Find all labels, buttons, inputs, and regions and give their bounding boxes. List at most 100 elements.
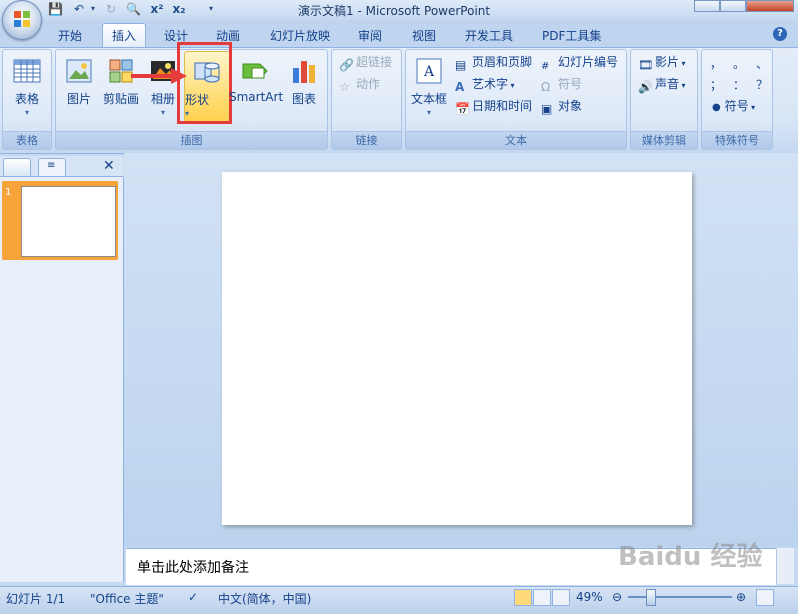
textbox-icon: A xyxy=(416,58,442,84)
symbol-char[interactable]: 。 xyxy=(733,55,745,73)
chart-label: 图表 xyxy=(291,92,316,106)
chart-icon xyxy=(293,61,315,83)
close-icon[interactable]: ✕ xyxy=(103,158,115,174)
wordart-icon: A xyxy=(455,80,465,94)
subscript-icon[interactable]: x₂ xyxy=(172,2,186,16)
watermark-logo: Baidu 经验 xyxy=(618,542,763,572)
slide-number-label: 幻灯片编号 xyxy=(558,55,619,69)
picture-icon xyxy=(66,59,92,83)
window-title: 演示文稿1 - Microsoft PowerPoint xyxy=(298,4,491,18)
undo-dropdown-icon[interactable]: ▾ xyxy=(86,2,100,16)
datetime-button[interactable]: 📅 日期和时间 xyxy=(455,97,533,116)
object-button[interactable]: ▣ 对象 xyxy=(541,97,583,116)
sound-icon: 🔊 xyxy=(638,80,653,94)
tab-review[interactable]: 审阅 xyxy=(358,25,382,47)
special-symbol-button[interactable]: ● 符号 ▾ xyxy=(712,97,755,115)
hyperlink-label: 超链接 xyxy=(356,55,393,69)
maximize-button[interactable] xyxy=(720,0,746,12)
normal-view-button[interactable] xyxy=(514,589,532,606)
movie-button[interactable]: 🎞 影片 ▾ xyxy=(638,53,686,72)
print-preview-icon[interactable]: 🔍 xyxy=(126,2,141,16)
omega-icon: Ω xyxy=(541,80,551,94)
tab-pdf-tools[interactable]: PDF工具集 xyxy=(542,25,601,47)
office-button[interactable] xyxy=(2,0,42,40)
table-button[interactable]: 表格 ▾ xyxy=(6,52,48,122)
datetime-label: 日期和时间 xyxy=(472,99,533,113)
smartart-icon xyxy=(242,63,268,79)
tab-developer[interactable]: 开发工具 xyxy=(465,25,513,47)
symbol-char[interactable]: ， xyxy=(710,55,722,73)
sound-button[interactable]: 🔊 声音 ▾ xyxy=(638,75,686,94)
slide-thumbnail[interactable] xyxy=(21,186,116,257)
slide-number-icon: # xyxy=(541,61,550,72)
tab-slideshow[interactable]: 幻灯片放映 xyxy=(270,25,330,47)
notes-scrollbar[interactable] xyxy=(776,548,794,584)
tab-view[interactable]: 视图 xyxy=(412,25,436,47)
hyperlink-icon: 🔗 xyxy=(339,58,354,72)
tab-home[interactable]: 开始 xyxy=(58,25,82,47)
slide-number-button[interactable]: # 幻灯片编号 xyxy=(541,53,619,72)
symbol-char[interactable]: ： xyxy=(733,76,745,94)
header-footer-button[interactable]: ▤ 页眉和页脚 xyxy=(455,53,532,72)
clipart-label: 剪贴画 xyxy=(102,92,139,106)
symbol-label: 符号 xyxy=(558,77,583,91)
action-button[interactable]: ☆ 动作 xyxy=(339,75,381,94)
minimize-button[interactable] xyxy=(694,0,720,12)
object-icon: ▣ xyxy=(541,102,553,116)
group-label: 媒体剪辑 xyxy=(631,131,697,149)
picture-label: 图片 xyxy=(66,92,91,106)
spellcheck-icon[interactable]: ✓ xyxy=(188,590,198,604)
sound-label: 声音 xyxy=(655,77,680,91)
zoom-slider-track[interactable] xyxy=(628,596,732,598)
dropdown-arrow-icon: ▾ xyxy=(679,81,686,90)
tab-slides[interactable] xyxy=(3,158,31,176)
zoom-level[interactable]: 49% xyxy=(576,590,603,604)
close-button[interactable] xyxy=(746,0,794,12)
tab-insert[interactable]: 插入 xyxy=(102,23,146,48)
textbox-button[interactable]: A 文本框 ▾ xyxy=(408,52,450,122)
textbox-label: 文本框 xyxy=(410,92,447,106)
tab-outline[interactable]: ≡ xyxy=(38,158,66,176)
hyperlink-button[interactable]: 🔗 超链接 xyxy=(339,53,393,72)
symbol-char[interactable]: ； xyxy=(710,76,722,94)
slide-sorter-button[interactable] xyxy=(533,589,551,606)
zoom-out-icon[interactable]: ⊖ xyxy=(612,590,622,604)
theme-status[interactable]: "Office 主题" xyxy=(90,590,164,607)
movie-icon: 🎞 xyxy=(638,58,654,72)
slideshow-button[interactable] xyxy=(552,589,570,606)
redo-icon[interactable]: ↻ xyxy=(104,2,118,16)
language-status[interactable]: 中文(简体，中国) xyxy=(218,590,311,607)
dropdown-arrow-icon: ▾ xyxy=(679,59,686,68)
customize-qat-icon[interactable]: ▾ xyxy=(204,2,218,16)
dropdown-arrow-icon: ▾ xyxy=(160,108,165,117)
slide-canvas[interactable] xyxy=(222,172,692,525)
symbol-char[interactable]: 、 xyxy=(756,55,768,73)
group-label: 插图 xyxy=(56,131,327,149)
help-icon[interactable]: ? xyxy=(773,27,787,41)
symbol-button[interactable]: Ω 符号 xyxy=(541,75,583,94)
dropdown-arrow-icon: ▾ xyxy=(508,81,515,90)
dropdown-arrow-icon: ▾ xyxy=(426,108,431,117)
undo-icon[interactable]: ↶ xyxy=(72,2,86,16)
zoom-in-icon[interactable]: ⊕ xyxy=(736,590,746,604)
fit-to-window-button[interactable] xyxy=(756,589,774,606)
superscript-icon[interactable]: x² xyxy=(150,2,164,16)
slide-thumbnail-number: 1 xyxy=(5,187,12,198)
svg-text:A: A xyxy=(423,64,435,80)
action-label: 动作 xyxy=(356,77,381,91)
slide-count-status: 幻灯片 1/1 xyxy=(6,592,66,606)
symbol-char[interactable]: ？ xyxy=(756,76,768,94)
picture-button[interactable]: 图片 xyxy=(60,52,98,122)
notes-placeholder: 单击此处添加备注 xyxy=(137,560,249,576)
chart-button[interactable]: 图表 xyxy=(284,52,324,122)
zoom-slider-thumb[interactable] xyxy=(646,589,656,606)
bullet-icon: ● xyxy=(712,102,721,113)
red-arrow-icon xyxy=(131,68,187,84)
object-label: 对象 xyxy=(558,99,583,113)
table-label: 表格 xyxy=(14,92,39,106)
special-symbol-label: 符号 xyxy=(724,99,749,113)
wordart-button[interactable]: A 艺术字 ▾ xyxy=(455,75,515,94)
dropdown-arrow-icon: ▾ xyxy=(24,108,29,117)
smartart-button[interactable]: SmartArt xyxy=(229,52,283,122)
save-icon[interactable]: 💾 xyxy=(48,2,63,16)
